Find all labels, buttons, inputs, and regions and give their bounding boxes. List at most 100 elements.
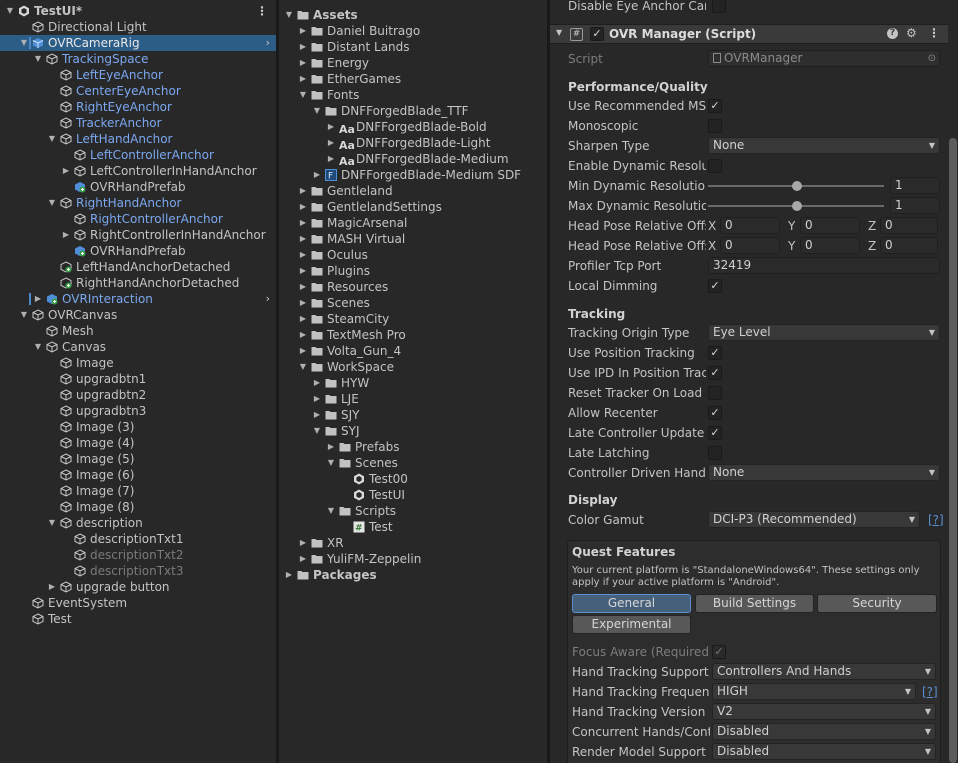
project-item[interactable]: ▶ Prefabs [279, 439, 547, 455]
project-item[interactable]: ▼ Fonts [279, 87, 547, 103]
hierarchy-item[interactable]: ▶ OVRInteraction › [0, 291, 276, 307]
fold-closed-icon[interactable]: ▶ [283, 567, 295, 583]
tab-general[interactable]: General [572, 594, 691, 613]
scene-menu-icon[interactable]: ⋮ [256, 3, 268, 19]
project-item[interactable]: ▶ F DNFForgedBlade-Medium SDF [279, 167, 547, 183]
hierarchy-item[interactable]: upgradbtn1 [0, 371, 276, 387]
color-gamut-dropdown[interactable]: DCI-P3 (Recommended) ▼ [708, 511, 920, 528]
hierarchy-item[interactable]: TrackerAnchor [0, 115, 276, 131]
hierarchy-item[interactable]: CenterEyeAnchor [0, 83, 276, 99]
project-item[interactable]: ▶ EtherGames [279, 71, 547, 87]
fold-closed-icon[interactable]: ▶ [297, 247, 309, 263]
hierarchy-item[interactable]: Image (5) [0, 451, 276, 467]
color-gamut-help-link[interactable]: [?] [928, 511, 944, 529]
hierarchy-item[interactable]: ▼ Canvas [0, 339, 276, 355]
hierarchy-item[interactable]: RightHandAnchorDetached [0, 275, 276, 291]
project-item[interactable]: ▶ GentlelandSettings [279, 199, 547, 215]
hierarchy-item[interactable]: Image (6) [0, 467, 276, 483]
fold-closed-icon[interactable]: ▶ [297, 183, 309, 199]
component-enabled-checkbox[interactable]: ✓ [590, 27, 604, 41]
reset-tracker-checkbox[interactable] [708, 386, 722, 400]
max-dynamic-resolution-slider-handle[interactable] [792, 201, 802, 211]
chevron-right-icon[interactable]: › [266, 35, 270, 51]
project-item[interactable]: ▶ SteamCity [279, 311, 547, 327]
min-dynamic-resolution-slider-handle[interactable] [792, 181, 802, 191]
fold-closed-icon[interactable]: ▶ [297, 295, 309, 311]
fold-open-icon[interactable]: ▼ [46, 131, 58, 147]
fold-closed-icon[interactable]: ▶ [325, 151, 337, 167]
fold-open-icon[interactable]: ▼ [46, 195, 58, 211]
sharpen-type-dropdown[interactable]: None ▼ [708, 137, 940, 154]
monoscopic-checkbox[interactable] [708, 119, 722, 133]
use-ipd-checkbox[interactable]: ✓ [708, 366, 722, 380]
project-item[interactable]: ▶ Aa DNFForgedBlade-Bold [279, 119, 547, 136]
head-pose-position-z-field[interactable]: 0 [880, 217, 938, 234]
project-item[interactable]: ▶ Plugins [279, 263, 547, 279]
project-item[interactable]: ▶ XR [279, 535, 547, 551]
project-item[interactable]: ▶ Energy [279, 55, 547, 71]
hierarchy-item[interactable]: Image (7) [0, 483, 276, 499]
project-item[interactable]: ▶ Volta_Gun_4 [279, 343, 547, 359]
head-pose-rotation-z-field[interactable]: 0 [880, 237, 938, 254]
project-item[interactable]: ▶ YuliFM-Zeppelin [279, 551, 547, 567]
fold-open-icon[interactable]: ▼ [297, 87, 309, 103]
project-item[interactable]: ▶ Distant Lands [279, 39, 547, 55]
allow-recenter-checkbox[interactable]: ✓ [708, 406, 722, 420]
hierarchy-item[interactable]: EventSystem [0, 595, 276, 611]
hierarchy-item[interactable]: LeftControllerAnchor [0, 147, 276, 163]
render-model-support-dropdown[interactable]: Disabled ▼ [712, 743, 936, 760]
project-item[interactable]: ▼ DNFForgedBlade_TTF [279, 103, 547, 119]
fold-closed-icon[interactable]: ▶ [325, 135, 337, 151]
fold-open-icon[interactable]: ▼ [311, 103, 323, 119]
hierarchy-item[interactable]: upgradbtn2 [0, 387, 276, 403]
fold-open-icon[interactable]: ▼ [4, 3, 16, 19]
hand-tracking-version-dropdown[interactable]: V2 ▼ [712, 703, 936, 720]
fold-closed-icon[interactable]: ▶ [325, 119, 337, 135]
fold-closed-icon[interactable]: ▶ [297, 327, 309, 343]
hierarchy-item[interactable]: ▼ OVRCanvas [0, 307, 276, 323]
project-item[interactable]: ▶ MASH Virtual [279, 231, 547, 247]
fold-closed-icon[interactable]: ▶ [32, 291, 44, 307]
project-item[interactable]: ▶ LJE [279, 391, 547, 407]
hierarchy-item[interactable]: RightEyeAnchor [0, 99, 276, 115]
use-position-tracking-checkbox[interactable]: ✓ [708, 346, 722, 360]
project-item[interactable]: ▶ HYW [279, 375, 547, 391]
script-field[interactable]: OVRManager ⊙ [708, 50, 940, 67]
hand-tracking-support-dropdown[interactable]: Controllers And Hands ▼ [712, 663, 936, 680]
hierarchy-item[interactable]: Image (3) [0, 419, 276, 435]
inspector-scrollbar[interactable] [949, 138, 957, 763]
fold-closed-icon[interactable]: ▶ [311, 391, 323, 407]
controller-driven-hand-dropdown[interactable]: None ▼ [708, 464, 940, 481]
project-item[interactable]: # Test [279, 519, 547, 535]
hierarchy-item[interactable]: LeftHandAnchorDetached [0, 259, 276, 275]
project-item[interactable]: ▶ Gentleland [279, 183, 547, 199]
hierarchy-item[interactable]: descriptionTxt3 [0, 563, 276, 579]
fold-open-icon[interactable]: ▼ [325, 503, 337, 519]
fold-open-icon[interactable]: ▼ [311, 423, 323, 439]
hierarchy-item[interactable]: ▼ description [0, 515, 276, 531]
fold-closed-icon[interactable]: ▶ [297, 279, 309, 295]
fold-closed-icon[interactable]: ▶ [297, 39, 309, 55]
hierarchy-item[interactable]: ▶ LeftControllerInHandAnchor [0, 163, 276, 179]
tracking-origin-dropdown[interactable]: Eye Level ▼ [708, 324, 940, 341]
project-item[interactable]: ▶ Resources [279, 279, 547, 295]
hierarchy-item[interactable]: ▼ TrackingSpace [0, 51, 276, 67]
hierarchy-item[interactable]: descriptionTxt2 [0, 547, 276, 563]
project-item[interactable]: ▶ MagicArsenal [279, 215, 547, 231]
project-item[interactable]: TestUI [279, 487, 547, 503]
fold-closed-icon[interactable]: ▶ [311, 375, 323, 391]
disable-eye-anchor-checkbox[interactable] [712, 0, 726, 13]
fold-open-icon[interactable]: ▼ [32, 51, 44, 67]
hierarchy-item[interactable]: Directional Light [0, 19, 276, 35]
fold-open-icon[interactable]: ▼ [18, 307, 30, 323]
hierarchy-item[interactable]: Image (8) [0, 499, 276, 515]
fold-closed-icon[interactable]: ▶ [46, 579, 58, 595]
hierarchy-item[interactable]: upgradbtn3 [0, 403, 276, 419]
enable-dynamic-resolution-checkbox[interactable] [708, 159, 722, 173]
hierarchy-item[interactable]: Mesh [0, 323, 276, 339]
project-item[interactable]: ▼ WorkSpace [279, 359, 547, 375]
hand-tracking-frequency-dropdown[interactable]: HIGH ▼ [712, 683, 916, 700]
presets-icon[interactable]: ⚙ [906, 26, 917, 40]
tab-security[interactable]: Security [817, 594, 937, 613]
concurrent-hands-dropdown[interactable]: Disabled ▼ [712, 723, 936, 740]
